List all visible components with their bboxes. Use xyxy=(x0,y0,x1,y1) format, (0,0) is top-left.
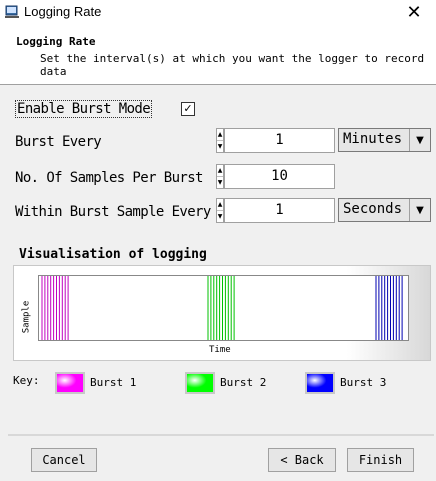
y-axis-label: Sample xyxy=(21,300,32,334)
burst-plot xyxy=(38,275,409,341)
spin-up-icon[interactable]: ▲ xyxy=(217,165,223,177)
burst-1-swatch xyxy=(55,372,85,394)
spin-up-icon[interactable]: ▲ xyxy=(217,129,223,141)
title-bar: Logging Rate ✕ xyxy=(0,0,436,24)
footer-divider xyxy=(8,434,434,436)
window-title: Logging Rate xyxy=(24,4,102,19)
burst-3-label: Burst 3 xyxy=(340,376,387,389)
page-title: Logging Rate xyxy=(16,35,96,48)
burst-plot-svg xyxy=(41,276,403,340)
key-label: Key: xyxy=(13,374,40,387)
spin-down-icon[interactable]: ▼ xyxy=(217,177,223,188)
samples-spinner[interactable]: ▲ ▼ xyxy=(216,164,224,189)
samples-per-burst-label: No. Of Samples Per Burst xyxy=(15,170,203,186)
spin-down-icon[interactable]: ▼ xyxy=(217,141,223,152)
enable-burst-checkbox[interactable]: ✓ xyxy=(181,102,195,116)
app-icon xyxy=(5,5,19,18)
burst-3-swatch xyxy=(305,372,335,394)
visualisation-title: Visualisation of logging xyxy=(19,247,207,262)
within-burst-spinner[interactable]: ▲ ▼ xyxy=(216,198,224,223)
x-axis-label: Time xyxy=(209,345,231,355)
within-burst-input[interactable]: 1 xyxy=(224,198,335,223)
burst-every-input[interactable]: 1 xyxy=(224,128,335,153)
burst-every-unit-value: Minutes xyxy=(343,131,403,147)
chevron-down-icon[interactable]: ▼ xyxy=(409,199,430,221)
back-button[interactable]: < Back xyxy=(268,448,336,472)
burst-every-unit-select[interactable]: Minutes ▼ xyxy=(338,128,431,152)
enable-burst-label[interactable]: Enable Burst Mode xyxy=(15,100,153,118)
header-panel: Logging Rate Set the interval(s) at whic… xyxy=(0,24,436,84)
within-burst-label: Within Burst Sample Every xyxy=(15,204,211,220)
cancel-button[interactable]: Cancel xyxy=(31,448,97,472)
burst-every-spinner[interactable]: ▲ ▼ xyxy=(216,128,224,153)
burst-2-swatch xyxy=(185,372,215,394)
within-burst-unit-value: Seconds xyxy=(343,201,403,217)
header-divider xyxy=(0,84,436,85)
samples-per-burst-input[interactable]: 10 xyxy=(224,164,335,189)
finish-button[interactable]: Finish xyxy=(347,448,414,472)
burst-2-label: Burst 2 xyxy=(220,376,267,389)
spin-down-icon[interactable]: ▼ xyxy=(217,211,223,222)
visualisation-panel: Sample Time xyxy=(13,265,431,361)
spin-up-icon[interactable]: ▲ xyxy=(217,199,223,211)
burst-every-label: Burst Every xyxy=(15,134,102,150)
burst-1-label: Burst 1 xyxy=(90,376,137,389)
page-subtitle: Set the interval(s) at which you want th… xyxy=(40,52,425,78)
close-icon[interactable]: ✕ xyxy=(392,0,436,24)
chevron-down-icon[interactable]: ▼ xyxy=(409,129,430,151)
within-burst-unit-select[interactable]: Seconds ▼ xyxy=(338,198,431,222)
